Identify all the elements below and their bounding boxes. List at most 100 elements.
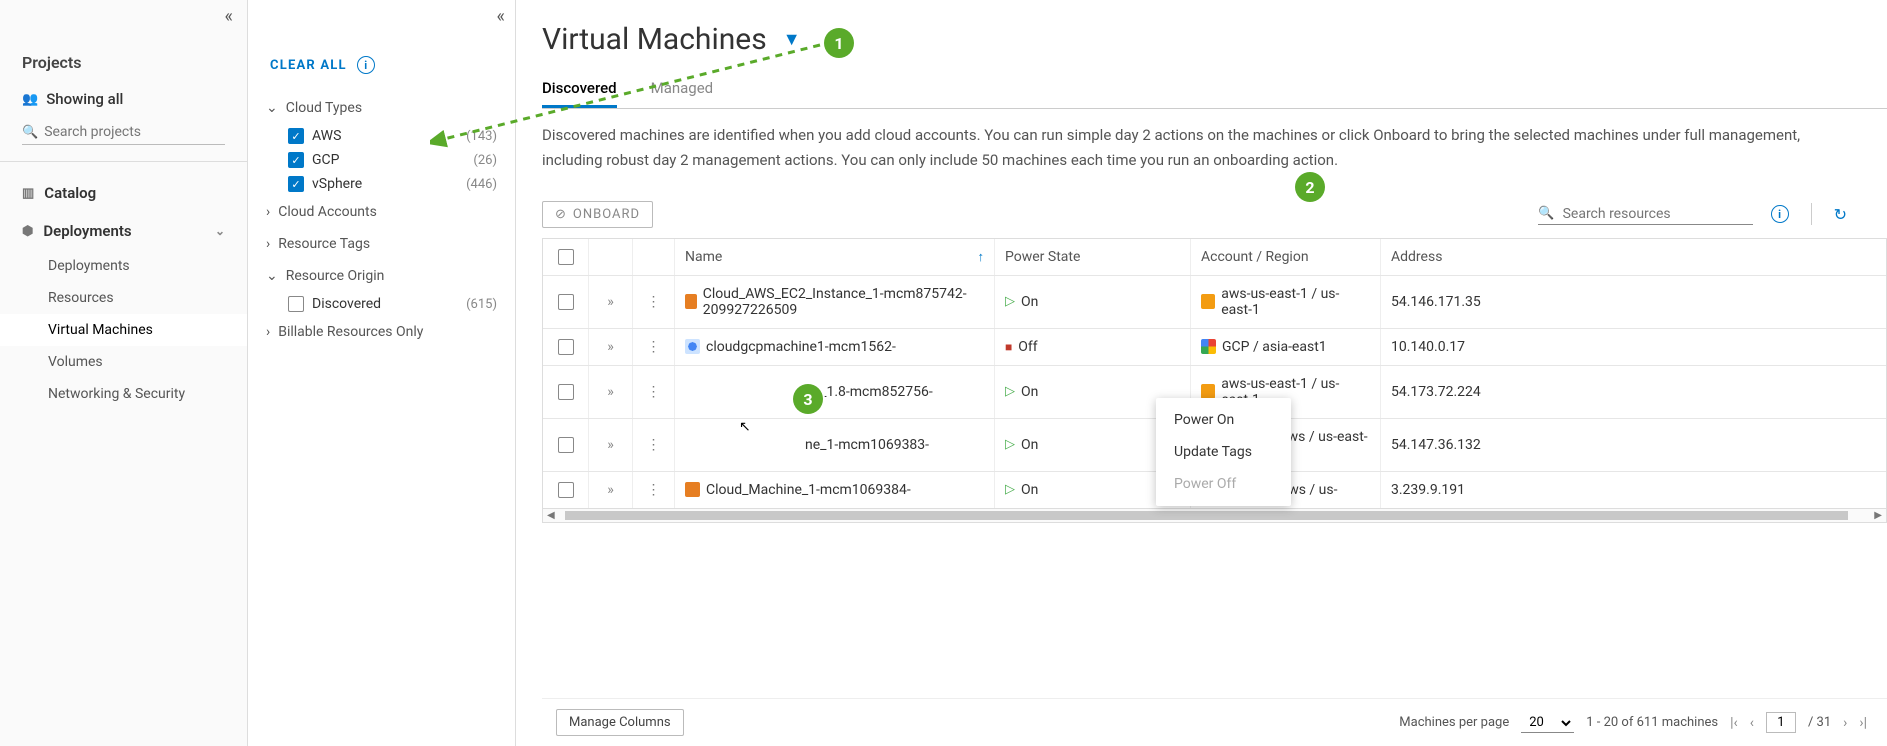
showing-all-toggle[interactable]: 👥 Showing all bbox=[0, 82, 247, 116]
row-checkbox[interactable] bbox=[558, 384, 574, 400]
horizontal-scrollbar[interactable]: ◀ ▶ bbox=[542, 509, 1887, 523]
divider bbox=[1811, 203, 1812, 225]
nav-deployments-label: Deployments bbox=[43, 222, 131, 240]
tab-discovered[interactable]: Discovered bbox=[542, 71, 617, 108]
info-icon[interactable]: i bbox=[1771, 205, 1789, 223]
annotation-badge-3: 3 bbox=[793, 384, 823, 414]
per-page-select[interactable]: 20 bbox=[1521, 713, 1574, 733]
nav-sub-volumes[interactable]: Volumes bbox=[0, 346, 247, 378]
chevron-down-icon: ⌄ bbox=[266, 268, 278, 284]
deployments-icon: ⬢ bbox=[22, 224, 33, 239]
chevron-right-icon: › bbox=[266, 236, 270, 252]
nav-catalog[interactable]: ▥ Catalog bbox=[0, 174, 247, 212]
nav-sub-networking[interactable]: Networking & Security bbox=[0, 378, 247, 410]
info-icon[interactable]: i bbox=[357, 56, 375, 74]
first-page-icon[interactable]: |‹ bbox=[1730, 715, 1738, 731]
row-checkbox[interactable] bbox=[558, 437, 574, 453]
col-address-label[interactable]: Address bbox=[1391, 249, 1442, 265]
search-icon: 🔍 bbox=[22, 125, 38, 140]
menu-power-off[interactable]: Power Off bbox=[1156, 468, 1291, 500]
refresh-icon[interactable]: ↻ bbox=[1834, 205, 1847, 224]
per-page-label: Machines per page bbox=[1399, 715, 1509, 730]
vm-name[interactable]: Cloud_AWS_EC2_Instance_1-mcm875742-20992… bbox=[703, 286, 984, 318]
sort-asc-icon[interactable]: ↑ bbox=[978, 249, 985, 265]
scroll-right-icon[interactable]: ▶ bbox=[1874, 510, 1882, 521]
expand-icon[interactable]: » bbox=[607, 384, 614, 400]
search-projects-input[interactable] bbox=[44, 124, 225, 140]
search-resources-wrapper[interactable]: 🔍 bbox=[1538, 204, 1752, 225]
table-row: » ⋮ Cloud_AWS_EC2_Instance_1-mcm875742-2… bbox=[543, 276, 1886, 329]
tab-managed[interactable]: Managed bbox=[651, 71, 714, 108]
clear-all-button[interactable]: CLEAR ALL bbox=[270, 58, 347, 73]
filter-cloud-accounts-header[interactable]: › Cloud Accounts bbox=[266, 196, 497, 228]
scroll-left-icon[interactable]: ◀ bbox=[547, 510, 555, 521]
prev-page-icon[interactable]: ‹ bbox=[1750, 715, 1754, 731]
filter-billable-header[interactable]: › Billable Resources Only bbox=[266, 316, 497, 348]
people-icon: 👥 bbox=[22, 92, 38, 107]
checkbox-discovered[interactable] bbox=[288, 296, 304, 312]
checkbox-aws[interactable]: ✓ bbox=[288, 128, 304, 144]
onboard-button[interactable]: ⊘ ONBOARD bbox=[542, 201, 653, 228]
search-projects-input-wrapper[interactable]: 🔍 bbox=[22, 120, 225, 145]
filter-discovered[interactable]: Discovered (615) bbox=[266, 292, 497, 316]
filter-vsphere[interactable]: ✓ vSphere (446) bbox=[266, 172, 497, 196]
kebab-menu-icon[interactable]: ⋮ bbox=[647, 384, 661, 400]
filter-gcp-count: (26) bbox=[473, 153, 497, 168]
last-page-icon[interactable]: ›| bbox=[1859, 715, 1867, 731]
gcp-resource-icon bbox=[685, 339, 700, 354]
filter-resource-tags-header[interactable]: › Resource Tags bbox=[266, 228, 497, 260]
expand-icon[interactable]: » bbox=[607, 339, 614, 355]
kebab-menu-icon[interactable]: ⋮ bbox=[647, 437, 661, 453]
aws-resource-icon bbox=[685, 482, 700, 497]
kebab-menu-icon[interactable]: ⋮ bbox=[647, 482, 661, 498]
row-checkbox[interactable] bbox=[558, 482, 574, 498]
kebab-menu-icon[interactable]: ⋮ bbox=[647, 339, 661, 355]
col-account-region-label[interactable]: Account / Region bbox=[1201, 249, 1309, 265]
row-checkbox[interactable] bbox=[558, 294, 574, 310]
chevron-right-icon: › bbox=[266, 324, 270, 340]
filter-discovered-count: (615) bbox=[466, 297, 497, 312]
play-icon: ▷ bbox=[1005, 294, 1015, 309]
filter-gcp[interactable]: ✓ GCP (26) bbox=[266, 148, 497, 172]
search-resources-input[interactable] bbox=[1563, 206, 1753, 222]
filter-icon[interactable]: ▼ bbox=[783, 29, 801, 50]
checkbox-vsphere[interactable]: ✓ bbox=[288, 176, 304, 192]
col-name-header[interactable]: Name ↑ bbox=[675, 239, 995, 275]
nav-catalog-label: Catalog bbox=[44, 184, 96, 202]
nav-sub-deployments[interactable]: Deployments bbox=[0, 250, 247, 282]
expand-icon[interactable]: » bbox=[607, 294, 614, 310]
page-number-input[interactable] bbox=[1766, 712, 1796, 733]
filter-aws[interactable]: ✓ AWS (143) bbox=[266, 124, 497, 148]
menu-update-tags[interactable]: Update Tags bbox=[1156, 436, 1291, 468]
collapse-left-nav-icon[interactable]: « bbox=[225, 6, 233, 27]
nav-sub-resources[interactable]: Resources bbox=[0, 282, 247, 314]
expand-header bbox=[589, 239, 633, 275]
page-title-text: Virtual Machines bbox=[542, 22, 767, 57]
power-state: On bbox=[1021, 294, 1038, 310]
filter-resource-origin-header[interactable]: ⌄ Resource Origin bbox=[266, 260, 497, 292]
expand-icon[interactable]: » bbox=[607, 482, 614, 498]
vm-name[interactable]: Cloud_Machine_1-mcm1069384- bbox=[706, 482, 911, 498]
nav-deployments[interactable]: ⬢ Deployments ⌄ bbox=[0, 212, 247, 250]
vm-name[interactable]: ne_1-mcm1069383- bbox=[805, 437, 929, 453]
kebab-menu-icon[interactable]: ⋮ bbox=[647, 294, 661, 310]
checkbox-gcp[interactable]: ✓ bbox=[288, 152, 304, 168]
scroll-thumb[interactable] bbox=[565, 511, 1848, 520]
vm-name[interactable]: cloudgcpmachine1-mcm1562- bbox=[706, 339, 896, 355]
stop-icon: ■ bbox=[1005, 340, 1012, 354]
vm-name[interactable]: ne_1.8-mcm852756- bbox=[805, 384, 933, 400]
expand-icon[interactable]: » bbox=[607, 437, 614, 453]
row-checkbox[interactable] bbox=[558, 339, 574, 355]
col-power-state-label[interactable]: Power State bbox=[1005, 249, 1080, 265]
manage-columns-button[interactable]: Manage Columns bbox=[556, 709, 684, 736]
collapse-filter-icon[interactable]: « bbox=[497, 6, 505, 27]
nav-sub-virtual-machines[interactable]: Virtual Machines bbox=[0, 314, 247, 346]
cloud-types-label: Cloud Types bbox=[286, 100, 362, 116]
menu-power-on[interactable]: Power On bbox=[1156, 404, 1291, 436]
next-page-icon[interactable]: › bbox=[1843, 715, 1847, 731]
filter-cloud-types-header[interactable]: ⌄ Cloud Types bbox=[266, 92, 497, 124]
projects-heading: Projects bbox=[0, 27, 247, 82]
page-total: / 31 bbox=[1808, 715, 1831, 730]
filter-gcp-label: GCP bbox=[312, 152, 339, 168]
select-all-checkbox[interactable] bbox=[558, 249, 574, 265]
